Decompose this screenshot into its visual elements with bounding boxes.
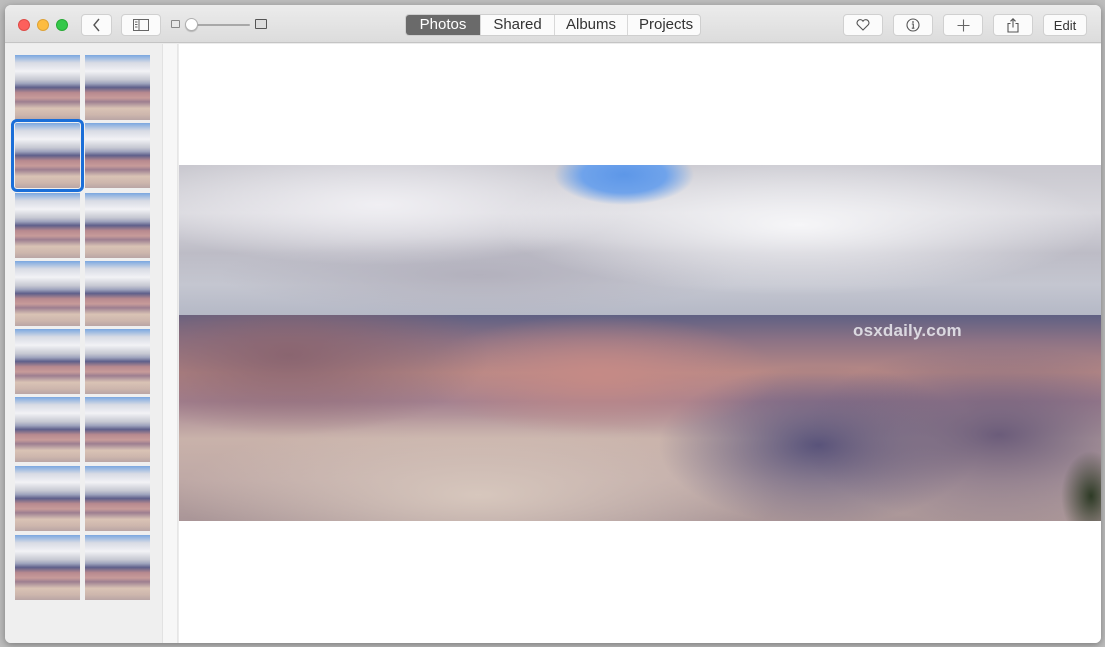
photo-viewer: osxdaily.com xyxy=(179,44,1101,643)
favorite-button[interactable] xyxy=(843,14,883,36)
photo-thumbnail[interactable] xyxy=(85,123,150,188)
sidebar-toggle-button[interactable] xyxy=(121,14,161,36)
info-icon xyxy=(906,18,920,32)
main-photo[interactable]: osxdaily.com xyxy=(179,165,1101,521)
sidebar-divider[interactable] xyxy=(163,44,178,643)
chevron-left-icon xyxy=(92,18,102,32)
tab-albums[interactable]: Albums xyxy=(554,15,627,35)
photo-thumbnail[interactable] xyxy=(15,329,80,394)
photo-thumbnail[interactable] xyxy=(85,535,150,600)
photo-thumbnail[interactable] xyxy=(85,397,150,462)
large-thumbnail-icon xyxy=(255,19,267,29)
minimize-button[interactable] xyxy=(37,19,49,31)
photo-thumbnail[interactable] xyxy=(11,119,84,192)
plus-icon xyxy=(957,19,970,32)
heart-icon xyxy=(856,19,870,31)
watermark: osxdaily.com xyxy=(853,321,962,340)
photo-thumbnail[interactable] xyxy=(15,397,80,462)
view-tabs: Photos Shared Albums Projects xyxy=(405,14,701,36)
photo-canyon xyxy=(179,315,1101,521)
back-button[interactable] xyxy=(81,14,112,36)
share-icon xyxy=(1007,17,1019,33)
add-button[interactable] xyxy=(943,14,983,36)
info-button[interactable] xyxy=(893,14,933,36)
photo-thumbnail[interactable] xyxy=(85,329,150,394)
thumbnail-sidebar[interactable] xyxy=(5,44,163,643)
photo-thumbnail[interactable] xyxy=(15,535,80,600)
zoom-button[interactable] xyxy=(56,19,68,31)
photo-thumbnail[interactable] xyxy=(85,466,150,531)
photo-thumbnail[interactable] xyxy=(15,55,80,120)
zoom-slider-knob[interactable] xyxy=(185,18,198,31)
photo-thumbnail[interactable] xyxy=(15,261,80,326)
photo-thumbnail[interactable] xyxy=(15,466,80,531)
photos-window: Photos Shared Albums Projects Edit osxda… xyxy=(5,5,1101,643)
toolbar: Photos Shared Albums Projects Edit xyxy=(5,5,1101,43)
tab-shared[interactable]: Shared xyxy=(480,15,554,35)
photo-thumbnail[interactable] xyxy=(85,261,150,326)
small-thumbnail-icon xyxy=(171,20,180,28)
photo-tree xyxy=(1061,451,1101,521)
close-button[interactable] xyxy=(18,19,30,31)
photo-thumbnail[interactable] xyxy=(15,193,80,258)
zoom-slider-track[interactable] xyxy=(190,24,250,26)
photo-thumbnail[interactable] xyxy=(85,193,150,258)
tab-projects[interactable]: Projects xyxy=(627,15,700,35)
edit-button[interactable]: Edit xyxy=(1043,14,1087,36)
sidebar-icon xyxy=(133,19,149,31)
photo-thumbnail[interactable] xyxy=(85,55,150,120)
share-button[interactable] xyxy=(993,14,1033,36)
photo-sky xyxy=(179,165,1101,325)
tab-photos[interactable]: Photos xyxy=(406,15,480,35)
